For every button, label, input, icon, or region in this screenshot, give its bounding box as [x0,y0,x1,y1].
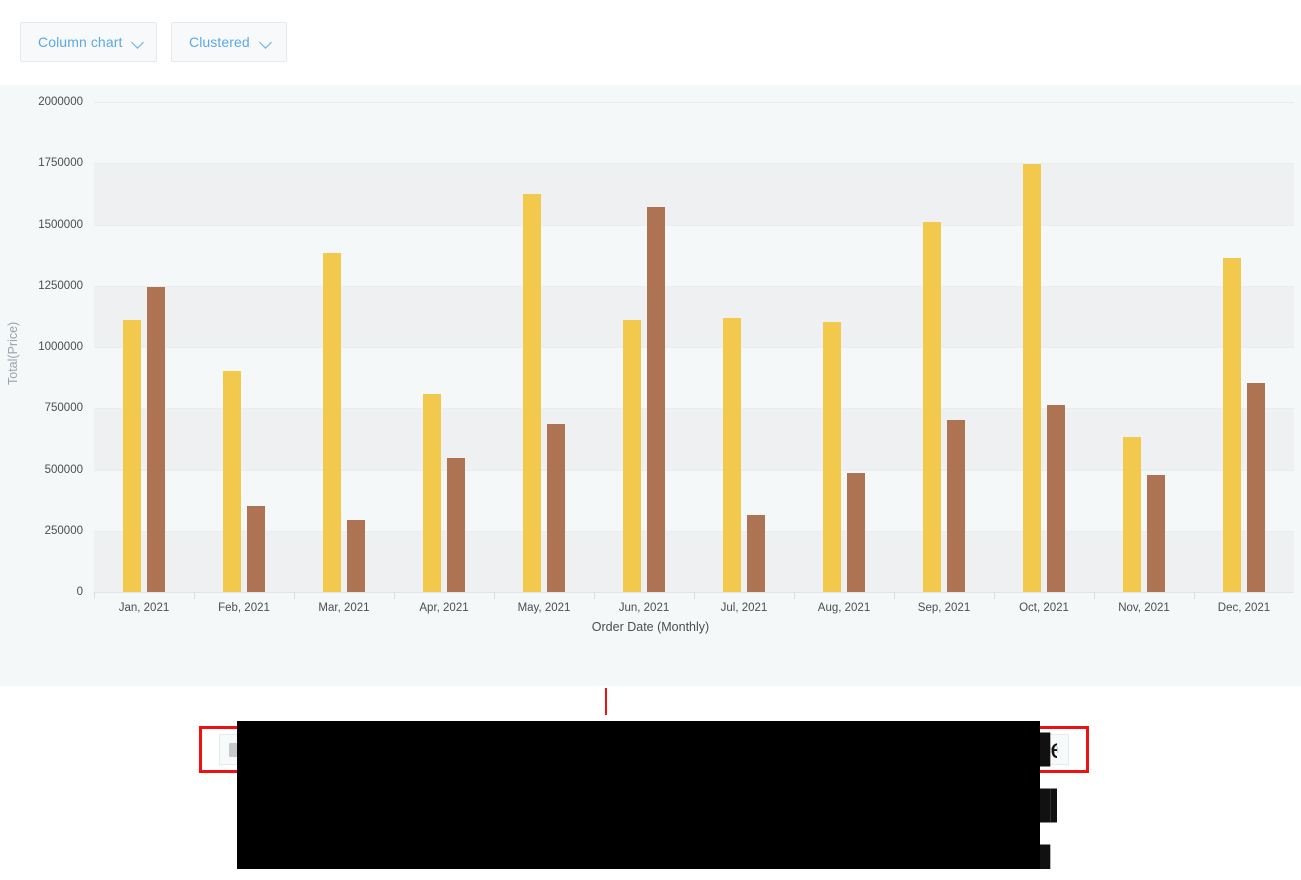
series-layout-dropdown[interactable]: Clustered [171,22,287,62]
bar-cookie[interactable] [947,420,965,592]
y-axis-tick-label: 1000000 [0,341,83,353]
chevron-down-icon [132,36,142,49]
bar-cookie[interactable] [447,458,465,592]
x-axis-tick [294,592,295,599]
bar-group: Aug, 2021 [794,102,894,592]
bar-group: Sep, 2021 [894,102,994,592]
bar-cookie[interactable] [247,506,265,592]
x-axis-tick [794,592,795,599]
callout-redaction-overlay [237,721,1040,869]
x-axis-tick-label: May, 2021 [494,602,594,614]
x-axis-tick-label: Dec, 2021 [1194,602,1294,614]
x-axis-tick-label: Jun, 2021 [594,602,694,614]
bar-group: Jun, 2021 [594,102,694,592]
callout-pointer-line [605,688,607,715]
x-axis-tick [394,592,395,599]
bar-chocolate[interactable] [1023,164,1041,592]
x-axis-tick-label: Jul, 2021 [694,602,794,614]
bar-chocolate[interactable] [523,194,541,592]
bar-cookie[interactable] [147,287,165,592]
bar-chocolate[interactable] [823,322,841,592]
x-axis-label: Order Date (Monthly) [0,620,1301,634]
bar-cookie[interactable] [1047,405,1065,592]
x-axis-tick [894,592,895,599]
x-axis-tick [194,592,195,599]
chart-type-dropdown[interactable]: Column chart [20,22,157,62]
bar-group: Jul, 2021 [694,102,794,592]
bar-cookie[interactable] [747,515,765,592]
bar-group: Apr, 2021 [394,102,494,592]
y-axis-tick-label: 500000 [0,464,83,476]
bar-cookie[interactable] [1247,383,1265,592]
bar-cookie[interactable] [547,424,565,592]
bar-group: Oct, 2021 [994,102,1094,592]
x-axis-tick [1194,592,1195,599]
x-axis-tick [994,592,995,599]
y-axis-tick-label: 0 [0,586,83,598]
x-axis-tick [1094,592,1095,599]
chart-toolbar: Column chart Clustered [0,0,1301,85]
bar-group: Mar, 2021 [294,102,394,592]
x-axis-tick [94,592,95,599]
bar-chocolate[interactable] [623,320,641,592]
x-axis-tick-label: Feb, 2021 [194,602,294,614]
x-axis-tick [494,592,495,599]
y-axis-tick-label: 2000000 [0,96,83,108]
bar-cookie[interactable] [847,473,865,592]
x-axis-tick-label: Aug, 2021 [794,602,894,614]
bar-chocolate[interactable] [323,253,341,592]
series-layout-dropdown-label: Clustered [189,34,250,50]
y-axis-tick-label: 750000 [0,402,83,414]
chart-canvas: Total(Price) 200000017500001500000125000… [0,85,1301,686]
plot-area: 2000000175000015000001250000100000075000… [94,102,1294,592]
bar-cookie[interactable] [347,520,365,592]
bar-chocolate[interactable] [223,371,241,592]
y-axis-tick-label: 1500000 [0,219,83,231]
bar-chocolate[interactable] [923,222,941,592]
x-axis-tick-label: Apr, 2021 [394,602,494,614]
x-axis-tick-label: Nov, 2021 [1094,602,1194,614]
y-axis-tick-label: 1750000 [0,157,83,169]
bar-chocolate[interactable] [1223,258,1241,592]
x-axis-tick [594,592,595,599]
y-axis-tick-label: 250000 [0,525,83,537]
bar-chocolate[interactable] [723,318,741,592]
x-axis-tick-label: Mar, 2021 [294,602,394,614]
bar-chocolate[interactable] [123,320,141,592]
y-axis-label: Total(Price) [6,322,20,385]
bar-cookie[interactable] [647,207,665,592]
bar-chocolate[interactable] [1123,437,1141,592]
bar-cookie[interactable] [1147,475,1165,592]
bar-group: Dec, 2021 [1194,102,1294,592]
bar-chocolate[interactable] [423,394,441,592]
y-axis-tick-label: 1250000 [0,280,83,292]
bar-group: Nov, 2021 [1094,102,1194,592]
bar-group: Feb, 2021 [194,102,294,592]
bar-group: Jan, 2021 [94,102,194,592]
x-axis-tick-label: Oct, 2021 [994,602,1094,614]
chart-type-dropdown-label: Column chart [38,34,122,50]
x-axis-tick-label: Jan, 2021 [94,602,194,614]
x-axis-tick-label: Sep, 2021 [894,602,994,614]
x-axis-tick [694,592,695,599]
bar-group: May, 2021 [494,102,594,592]
chevron-down-icon [260,36,272,49]
